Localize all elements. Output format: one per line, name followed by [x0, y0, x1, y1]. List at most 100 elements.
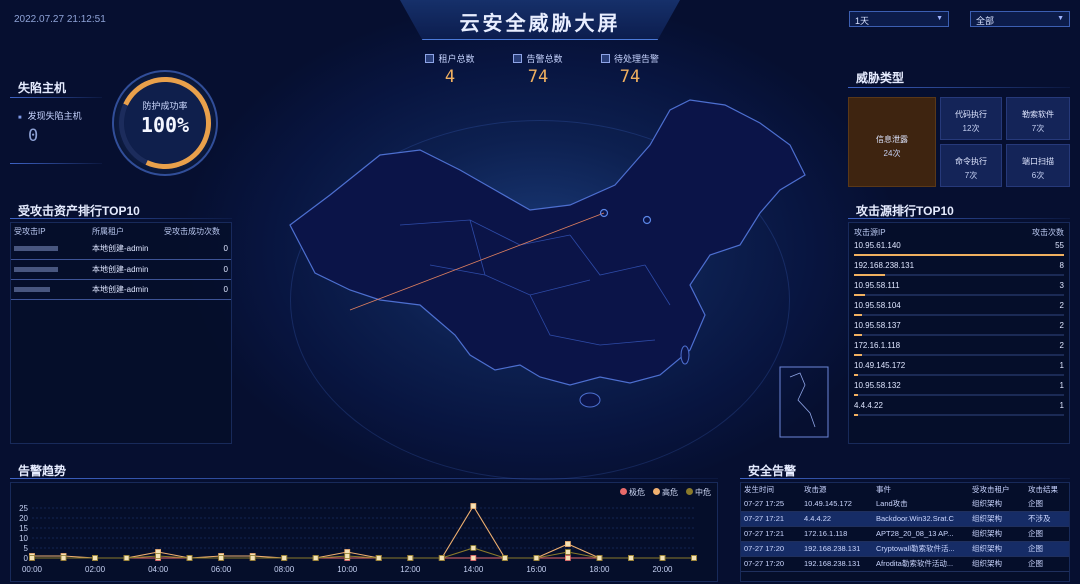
- tenant-link[interactable]: 组织架构: [969, 556, 1025, 572]
- source-cell: 4.4.4.22: [801, 511, 873, 527]
- divider: [10, 163, 102, 164]
- bar-track: [854, 334, 1064, 336]
- source-count: 55: [1055, 241, 1064, 250]
- bar-fill: [854, 334, 862, 336]
- attack-source-row[interactable]: 10.95.58.111 3: [854, 279, 1064, 299]
- source-count: 2: [1059, 301, 1064, 310]
- table-row[interactable]: 07-27 17:20 192.168.238.131 Cryptowall勒索…: [741, 541, 1069, 557]
- page-title: 云安全威胁大屏: [459, 13, 621, 35]
- bar-fill: [854, 354, 862, 356]
- period-select[interactable]: 1天 ▼: [849, 11, 949, 27]
- divider: [848, 218, 1070, 219]
- tile-name: 代码执行: [955, 110, 987, 119]
- chevron-down-icon: ▼: [1057, 15, 1064, 22]
- bar-fill: [854, 254, 1064, 256]
- event-link[interactable]: Cryptowall勒索软件活...: [873, 541, 969, 557]
- bar-fill: [854, 394, 858, 396]
- divider: [10, 218, 232, 219]
- attack-source-row[interactable]: 10.49.145.172 1: [854, 359, 1064, 379]
- legend-item[interactable]: 中危: [686, 487, 711, 498]
- table-row[interactable]: 本地创建-admin 0: [11, 279, 231, 300]
- attack-source-row[interactable]: 172.16.1.118 2: [854, 339, 1064, 359]
- top-assets-title: 受攻击资产排行TOP10: [18, 204, 140, 218]
- datetime: 2022.07.27 21:12:51: [14, 14, 106, 25]
- tenant-link[interactable]: 组织架构: [969, 496, 1025, 512]
- source-count: 1: [1059, 401, 1064, 410]
- attack-source-row[interactable]: 10.95.61.140 55: [854, 239, 1064, 259]
- attack-source-row[interactable]: 10.95.58.137 2: [854, 319, 1064, 339]
- threat-tile[interactable]: 勒索软件 7次: [1006, 97, 1070, 140]
- attack-source-row[interactable]: 192.168.238.131 8: [854, 259, 1064, 279]
- table-row[interactable]: 07-27 17:20 192.168.238.131 Afrodita勒索软件…: [741, 556, 1069, 572]
- source-cell: 172.16.1.118: [801, 526, 873, 542]
- bar-fill: [854, 294, 865, 296]
- x-tick-label: 10:00: [337, 565, 358, 574]
- result-cell: 企图: [1025, 541, 1069, 557]
- attack-source-row[interactable]: 4.4.4.22 1: [854, 399, 1064, 419]
- attack-source-row[interactable]: 10.95.58.104 2: [854, 299, 1064, 319]
- source-ip: 10.49.145.172: [854, 361, 906, 370]
- source-ip: 172.16.1.118: [854, 341, 901, 350]
- bar-track: [854, 294, 1064, 296]
- event-link[interactable]: Afrodita勒索软件活动...: [873, 556, 969, 572]
- data-point: [312, 555, 319, 561]
- security-alerts-panel: 发生时间 攻击源 事件 受攻击租户 攻击结果 07-27 17:25 10.49…: [740, 482, 1070, 582]
- scope-select[interactable]: 全部 ▼: [970, 11, 1070, 27]
- time-cell: 07-27 17:20: [741, 541, 801, 557]
- data-point: [565, 541, 571, 547]
- data-point: [375, 555, 382, 561]
- bar-track: [854, 374, 1064, 376]
- attack-sources-title: 攻击源排行TOP10: [856, 204, 954, 218]
- tenant-link[interactable]: 组织架构: [969, 511, 1025, 527]
- event-link[interactable]: APT28_20_08_13 AP...: [873, 526, 969, 542]
- x-tick-label: 18:00: [589, 565, 610, 574]
- y-tick-label: 25: [19, 504, 28, 513]
- x-tick-label: 00:00: [22, 565, 43, 574]
- stat-pending: 待处理告警 74: [590, 52, 670, 87]
- count-cell: 0: [161, 279, 231, 300]
- legend-item[interactable]: 高危: [653, 487, 678, 498]
- data-point: [438, 555, 445, 561]
- chevron-down-icon: ▼: [936, 15, 943, 22]
- tile-count: 24次: [883, 149, 901, 158]
- time-cell: 07-27 17:21: [741, 511, 801, 527]
- y-tick-label: 10: [19, 534, 28, 543]
- data-point: [60, 555, 67, 561]
- count-cell: 0: [161, 239, 231, 260]
- data-point: [596, 555, 603, 561]
- legend-item[interactable]: 极危: [620, 487, 645, 498]
- y-tick-label: 15: [19, 524, 28, 533]
- threat-main-tile[interactable]: 信息泄露 24次: [848, 97, 936, 187]
- table-row[interactable]: 07-27 17:21 172.16.1.118 APT28_20_08_13 …: [741, 526, 1069, 542]
- tile-name: 勒索软件: [1022, 110, 1054, 119]
- gauge-value: 100%: [140, 113, 190, 137]
- threat-tile[interactable]: 代码执行 12次: [940, 97, 1002, 140]
- attack-source-row[interactable]: 10.95.58.132 1: [854, 379, 1064, 399]
- tenant-link[interactable]: 组织架构: [969, 541, 1025, 557]
- table-row[interactable]: 07-27 17:25 10.49.145.172 Land攻击 组织架构 企图: [741, 496, 1069, 512]
- event-link[interactable]: Land攻击: [873, 496, 969, 512]
- taiwan-island: [680, 345, 690, 365]
- stat-value: 74: [527, 67, 549, 87]
- result-cell: 企图: [1025, 496, 1069, 512]
- table-row[interactable]: 07-27 17:21 4.4.4.22 Backdoor.Win32.Srat…: [741, 511, 1069, 527]
- stat-label: 租户总数: [438, 54, 475, 64]
- col-header: 攻击源IP: [854, 228, 886, 237]
- tenant-icon: [425, 54, 435, 63]
- stat-value: 74: [619, 67, 641, 87]
- failed-hosts-label: ■ 发现失陷主机: [18, 111, 82, 121]
- table-row[interactable]: 本地创建-admin 0: [11, 259, 231, 280]
- table-row[interactable]: 本地创建-admin 0: [11, 239, 231, 260]
- threat-tile[interactable]: 端口扫描 6次: [1006, 144, 1070, 187]
- data-point: [281, 555, 288, 561]
- inset-coast: [789, 372, 816, 428]
- source-cell: 192.168.238.131: [801, 556, 873, 572]
- bullet-icon: ■: [18, 115, 22, 121]
- tenant-link[interactable]: 组织架构: [969, 526, 1025, 542]
- event-link[interactable]: Backdoor.Win32.Srat.C: [873, 511, 969, 527]
- threat-tile[interactable]: 命令执行 7次: [940, 144, 1002, 187]
- gauge-label: 防护成功率: [142, 101, 188, 111]
- bar-fill: [854, 314, 862, 316]
- stat-label: 待处理告警: [613, 54, 659, 64]
- period-select-value: 1天: [855, 16, 870, 26]
